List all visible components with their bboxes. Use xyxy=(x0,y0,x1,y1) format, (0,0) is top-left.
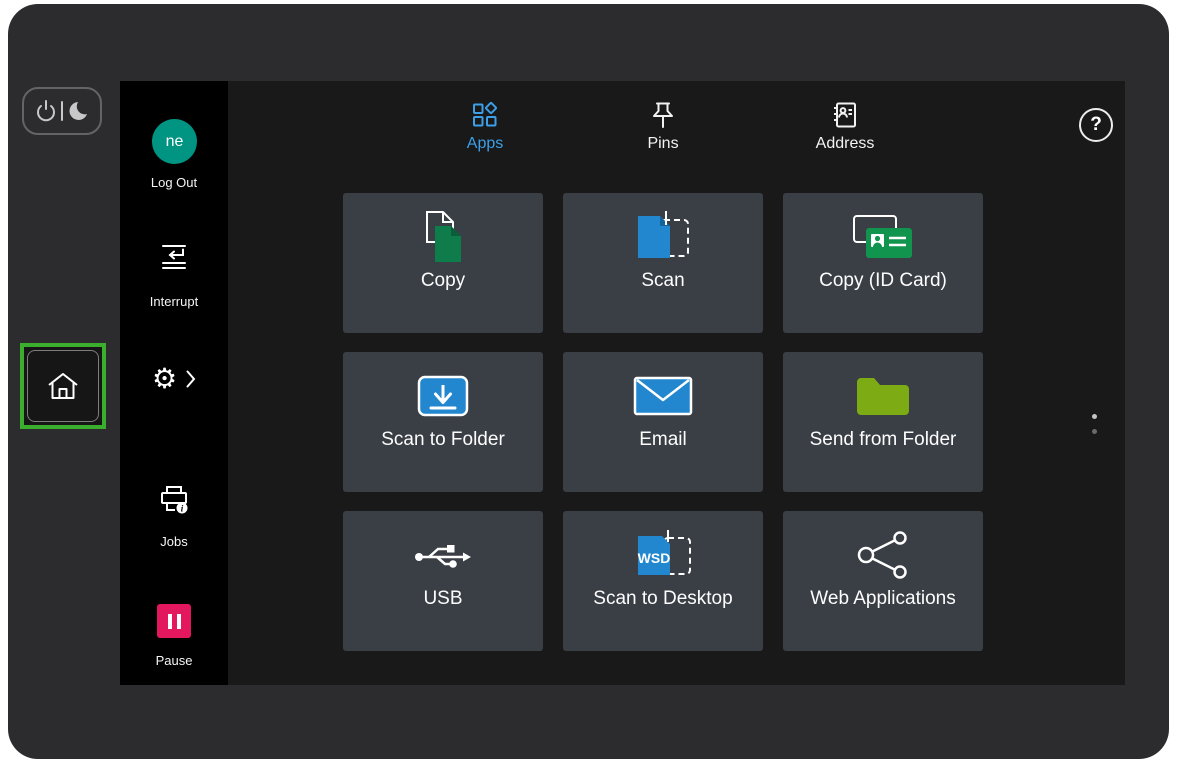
copy-icon xyxy=(415,207,471,267)
pause-button[interactable] xyxy=(157,604,191,638)
app-tile-usb[interactable]: USB xyxy=(343,511,543,651)
user-avatar[interactable]: ne xyxy=(152,119,197,164)
app-tile-label: Copy xyxy=(421,270,465,292)
settings-button[interactable]: ⚙ xyxy=(120,363,228,395)
id-card-copy-icon xyxy=(848,207,918,267)
pause-label: Pause xyxy=(120,653,228,668)
tab-address-label: Address xyxy=(816,135,875,153)
scan-icon xyxy=(630,207,696,267)
printer-bezel: ne Log Out Interrupt ⚙ xyxy=(8,4,1169,759)
home-icon xyxy=(46,370,80,402)
app-tile-label: Scan to Desktop xyxy=(593,588,732,610)
tab-apps-label: Apps xyxy=(467,135,503,153)
interrupt-label: Interrupt xyxy=(120,294,228,309)
scan-to-folder-icon xyxy=(416,366,470,426)
pause-icon xyxy=(168,614,172,629)
home-button[interactable] xyxy=(27,350,99,422)
touchscreen: ne Log Out Interrupt ⚙ xyxy=(120,81,1125,685)
power-sleep-icon xyxy=(35,99,89,123)
apps-grid-icon xyxy=(471,101,499,129)
printer-info-icon: i xyxy=(158,484,190,514)
app-tile-label: Copy (ID Card) xyxy=(819,270,947,292)
app-tile-web-applications[interactable]: Web Applications xyxy=(783,511,983,651)
app-tile-label: Email xyxy=(639,429,687,451)
help-question-icon: ? xyxy=(1090,114,1102,136)
app-tile-copy-id-card[interactable]: Copy (ID Card) xyxy=(783,193,983,333)
logout-label[interactable]: Log Out xyxy=(120,175,228,190)
chevron-right-icon xyxy=(186,370,196,388)
app-tile-scan-to-folder[interactable]: Scan to Folder xyxy=(343,352,543,492)
share-icon xyxy=(855,525,911,585)
gear-icon: ⚙ xyxy=(152,365,177,393)
sidebar: ne Log Out Interrupt ⚙ xyxy=(120,81,228,685)
apps-grid: Copy Scan xyxy=(343,193,983,651)
wsd-text: WSD xyxy=(638,550,671,566)
tab-pins[interactable]: Pins xyxy=(593,101,733,153)
app-tile-label: Send from Folder xyxy=(810,429,957,451)
page-dot xyxy=(1092,429,1097,434)
app-tile-label: Web Applications xyxy=(810,588,955,610)
interrupt-icon xyxy=(159,242,189,270)
app-tile-label: Scan to Folder xyxy=(381,429,505,451)
jobs-button[interactable]: i xyxy=(120,483,228,515)
app-tile-label: USB xyxy=(423,588,462,610)
power-sleep-button[interactable] xyxy=(22,87,102,135)
app-tile-send-from-folder[interactable]: Send from Folder xyxy=(783,352,983,492)
pause-icon xyxy=(177,614,181,629)
interrupt-button[interactable] xyxy=(120,241,228,271)
usb-icon xyxy=(411,525,475,585)
tab-apps[interactable]: Apps xyxy=(415,101,555,153)
pin-icon xyxy=(650,101,676,129)
app-tile-label: Scan xyxy=(641,270,684,292)
app-tile-email[interactable]: Email xyxy=(563,352,763,492)
help-button[interactable]: ? xyxy=(1079,108,1113,142)
address-book-icon xyxy=(831,101,859,129)
jobs-label: Jobs xyxy=(120,534,228,549)
email-icon xyxy=(632,366,694,426)
page-dot-active xyxy=(1092,414,1097,419)
send-from-folder-icon xyxy=(854,366,912,426)
tab-pins-label: Pins xyxy=(647,135,678,153)
home-button-highlight xyxy=(20,343,106,429)
app-tile-scan-to-desktop[interactable]: WSD Scan to Desktop xyxy=(563,511,763,651)
avatar-initials: ne xyxy=(166,133,184,151)
app-tile-copy[interactable]: Copy xyxy=(343,193,543,333)
tab-address[interactable]: Address xyxy=(775,101,915,153)
page-indicator[interactable] xyxy=(1092,414,1097,434)
app-tile-scan[interactable]: Scan xyxy=(563,193,763,333)
scan-to-desktop-icon: WSD xyxy=(630,525,696,585)
